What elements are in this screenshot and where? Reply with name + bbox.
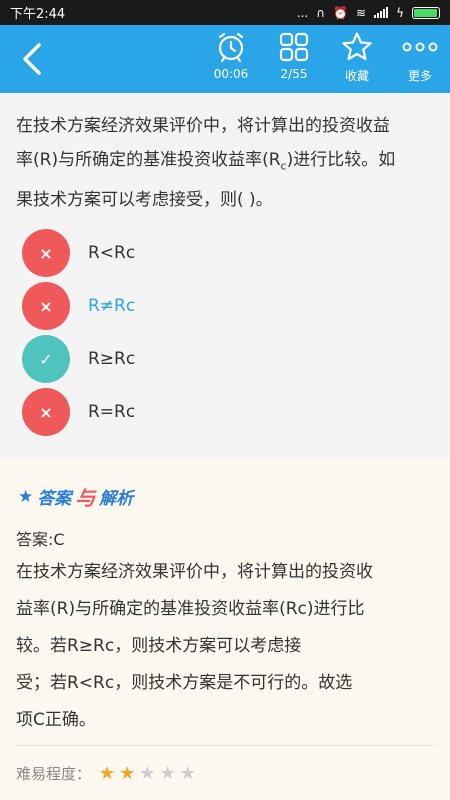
divider (16, 745, 434, 746)
question-line-2: 率(R)与所确定的基准投资收益率(Rc)进行比较。如 (16, 143, 436, 183)
question-panel: 在技术方案经济效果评价中，将计算出的投资收益 率(R)与所确定的基准投资收益率(… (0, 93, 450, 458)
timer-button[interactable]: 00:06 (203, 31, 259, 89)
toolbar: 00:06 2/55 收藏 更多 (0, 25, 450, 93)
back-arrow-icon (23, 43, 41, 75)
more-icon (402, 42, 438, 52)
option-d[interactable]: × R=Rc (22, 388, 422, 436)
title-answer: 答案 (37, 489, 72, 509)
wrong-mark-icon: × (22, 282, 70, 330)
answer-key: 答案:C (16, 530, 65, 549)
answer-panel: ★ 答案 与 解析 答案:C 在技术方案经济效果评价中，将计算出的投资收 益率(… (0, 458, 450, 800)
grid-icon (279, 32, 309, 62)
timer-label: 00:06 (213, 67, 249, 81)
difficulty-label: 难易程度： (16, 765, 92, 783)
option-c[interactable]: ✓ R≥Rc (22, 335, 422, 383)
status-icons: ... ∩ ⏰ ≋ ϟ (297, 6, 440, 20)
option-a-text: R<Rc (88, 243, 136, 263)
option-d-text: R=Rc (88, 402, 136, 422)
analysis-line-5: 项C正确。 (16, 710, 96, 730)
question-line-1: 在技术方案经济效果评价中，将计算出的投资收益 (16, 116, 390, 136)
alarm-clock-icon (218, 32, 244, 63)
analysis-line-3: 较。若R≥Rc，则技术方案可以考虑接 (16, 636, 302, 656)
more-button[interactable]: 更多 (392, 31, 448, 89)
difficulty-star-icon: ★ (139, 762, 156, 784)
wrong-mark-icon: × (22, 229, 70, 277)
question-line-3: 果技术方案可以考虑接受，则( )。 (16, 190, 273, 211)
option-c-text: R≥Rc (88, 349, 136, 369)
more-label: 更多 (407, 69, 432, 83)
back-button[interactable] (14, 39, 50, 79)
favorite-button[interactable]: 收藏 (329, 31, 385, 89)
difficulty-star-icon: ★ (179, 762, 196, 784)
question-list-button[interactable]: 2/55 (266, 31, 322, 89)
signal-icon (374, 7, 389, 18)
option-b[interactable]: × R≠Rc (22, 282, 422, 330)
more-dots-icon: ... (296, 5, 309, 20)
status-time: 下午2:44 (10, 7, 66, 22)
title-and: 与 (75, 486, 96, 510)
check-mark-icon: ✓ (22, 335, 70, 383)
alarm-icon: ⏰ (333, 5, 349, 20)
star-icon (342, 32, 372, 61)
question-line-2-pre: 率(R)与所确定的基准投资收益率(R (16, 150, 281, 170)
analysis-text: 在技术方案经济效果评价中，将计算出的投资收 益率(R)与所确定的基准投资收益率(… (16, 554, 416, 739)
wifi-icon: ≋ (356, 5, 367, 20)
answer-analysis-title: ★ 答案 与 解析 (18, 482, 133, 511)
title-analysis: 解析 (99, 489, 134, 509)
difficulty-row: 难易程度： ★ ★ ★ ★ ★ (16, 763, 196, 784)
analysis-line-1: 在技术方案经济效果评价中，将计算出的投资收 (16, 562, 373, 582)
favorite-label: 收藏 (344, 69, 369, 83)
battery-icon (412, 6, 440, 19)
difficulty-star-icon: ★ (99, 762, 116, 784)
difficulty-stars: ★ ★ ★ ★ ★ (99, 762, 196, 784)
question-text: 在技术方案经济效果评价中，将计算出的投资收益 率(R)与所确定的基准投资收益率(… (16, 109, 436, 217)
difficulty-star-icon: ★ (119, 762, 136, 784)
wrong-mark-icon: × (22, 388, 70, 436)
progress-label: 2/55 (280, 67, 308, 81)
difficulty-star-icon: ★ (159, 762, 176, 784)
title-star-icon: ★ (18, 486, 34, 507)
question-line-2-post: )进行比较。如 (286, 150, 396, 170)
option-a[interactable]: × R<Rc (22, 229, 422, 277)
charging-icon: ϟ (396, 5, 404, 20)
analysis-line-2: 益率(R)与所确定的基准投资收益率(Rc)进行比 (16, 599, 365, 619)
headset-icon: ∩ (316, 5, 326, 20)
status-bar: 下午2:44 ... ∩ ⏰ ≋ ϟ (0, 0, 450, 25)
analysis-line-4: 受；若R<Rc，则技术方案是不可行的。故选 (16, 673, 353, 693)
option-b-text: R≠Rc (88, 296, 136, 316)
